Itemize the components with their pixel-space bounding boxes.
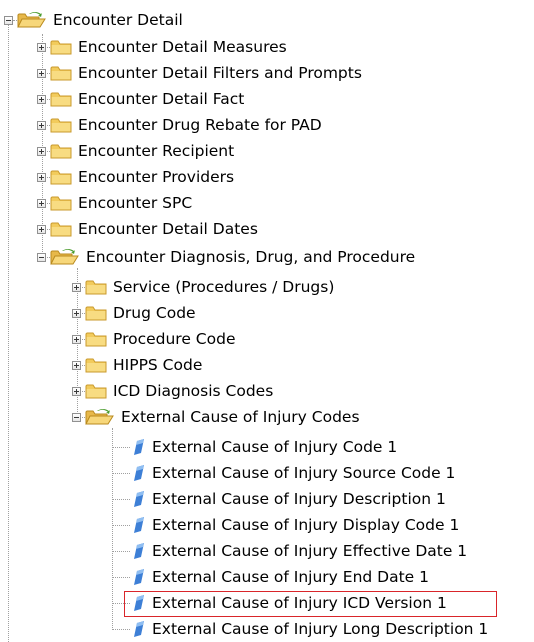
tree-node-label: Procedure Code — [113, 330, 236, 348]
tree-guide — [112, 629, 130, 630]
tree-node-drug-code[interactable]: Drug Code — [72, 300, 198, 326]
folder-icon — [50, 65, 72, 81]
folder-icon — [50, 143, 72, 159]
tree-node-label: Encounter Detail Dates — [78, 220, 258, 238]
expand-icon[interactable] — [72, 282, 81, 292]
tree-guide — [112, 428, 113, 630]
tree-node-encounter-recipient[interactable]: Encounter Recipient — [37, 138, 236, 164]
tree-node-encounter-detail[interactable]: Encounter Detail — [4, 7, 185, 33]
tree-node-label: External Cause of Injury Code 1 — [152, 438, 398, 456]
tree-node-label: Encounter Drug Rebate for PAD — [78, 116, 322, 134]
tree-node-label: ICD Diagnosis Codes — [113, 382, 274, 400]
tree-node-label: Encounter Detail — [53, 11, 183, 29]
tree-node-label: Encounter Detail Measures — [78, 38, 287, 56]
tree-object-external-cause-of-injury-source-code-1[interactable]: External Cause of Injury Source Code 1 — [132, 460, 457, 486]
tree-node-hipps-code[interactable]: HIPPS Code — [72, 352, 204, 378]
universe-tree: Encounter Detail Encounter Detail Measur… — [0, 0, 534, 642]
tree-node-label: Encounter Detail Filters and Prompts — [78, 64, 362, 82]
folder-open-icon — [50, 248, 80, 266]
tree-object-external-cause-of-injury-description-1[interactable]: External Cause of Injury Description 1 — [132, 486, 448, 512]
expand-icon[interactable] — [72, 308, 81, 318]
tree-node-icd-diagnosis-codes[interactable]: ICD Diagnosis Codes — [72, 378, 275, 404]
dimension-object-icon — [132, 620, 146, 638]
folder-icon — [85, 331, 107, 347]
tree-object-external-cause-of-injury-end-date-1[interactable]: External Cause of Injury End Date 1 — [132, 564, 431, 590]
expand-icon[interactable] — [37, 172, 46, 182]
folder-open-icon — [17, 11, 47, 29]
dimension-object-icon — [132, 568, 146, 586]
folder-icon — [50, 221, 72, 237]
tree-guide — [112, 473, 130, 474]
tree-node-label: Service (Procedures / Drugs) — [113, 278, 335, 296]
tree-node-encounter-detail-dates[interactable]: Encounter Detail Dates — [37, 216, 260, 242]
tree-node-label: External Cause of Injury Display Code 1 — [152, 516, 460, 534]
tree-node-label: External Cause of Injury Source Code 1 — [152, 464, 456, 482]
tree-node-encounter-providers[interactable]: Encounter Providers — [37, 164, 236, 190]
tree-node-encounter-drug-rebate-for-pad[interactable]: Encounter Drug Rebate for PAD — [37, 112, 324, 138]
dimension-object-icon — [132, 464, 146, 482]
tree-guide — [112, 447, 130, 448]
tree-node-encounter-detail-measures[interactable]: Encounter Detail Measures — [37, 34, 289, 60]
tree-node-service-procedures-drugs[interactable]: Service (Procedures / Drugs) — [72, 274, 336, 300]
folder-icon — [50, 39, 72, 55]
folder-icon — [85, 357, 107, 373]
tree-node-encounter-spc[interactable]: Encounter SPC — [37, 190, 194, 216]
expand-icon[interactable] — [37, 120, 46, 130]
folder-icon — [50, 117, 72, 133]
expand-icon[interactable] — [37, 42, 46, 52]
dimension-object-icon — [132, 594, 146, 612]
tree-object-external-cause-of-injury-code-1[interactable]: External Cause of Injury Code 1 — [132, 434, 399, 460]
expand-icon[interactable] — [72, 334, 81, 344]
tree-node-label: External Cause of Injury ICD Version 1 — [152, 594, 447, 612]
tree-object-external-cause-of-injury-display-code-1[interactable]: External Cause of Injury Display Code 1 — [132, 512, 461, 538]
dimension-object-icon — [132, 542, 146, 560]
folder-icon — [85, 305, 107, 321]
folder-open-icon — [85, 408, 115, 426]
tree-guide — [112, 525, 130, 526]
folder-icon — [85, 383, 107, 399]
tree-node-label: Drug Code — [113, 304, 196, 322]
expand-icon[interactable] — [37, 224, 46, 234]
collapse-icon[interactable] — [37, 252, 46, 262]
tree-node-label: External Cause of Injury End Date 1 — [152, 568, 430, 586]
tree-node-label: Encounter Recipient — [78, 142, 235, 160]
tree-node-label: External Cause of Injury Codes — [121, 408, 360, 426]
tree-node-label: Encounter Detail Fact — [78, 90, 245, 108]
expand-icon[interactable] — [37, 68, 46, 78]
tree-node-external-cause-of-injury-codes[interactable]: External Cause of Injury Codes — [72, 404, 362, 430]
tree-node-label: External Cause of Injury Description 1 — [152, 490, 446, 508]
tree-node-label: External Cause of Injury Long Descriptio… — [152, 620, 489, 638]
tree-node-encounter-detail-filters-and-prompts[interactable]: Encounter Detail Filters and Prompts — [37, 60, 364, 86]
tree-guide — [112, 577, 130, 578]
expand-icon[interactable] — [72, 386, 81, 396]
folder-icon — [50, 91, 72, 107]
tree-node-encounter-diagnosis-drug-and-procedure[interactable]: Encounter Diagnosis, Drug, and Procedure — [37, 244, 417, 270]
tree-node-label: External Cause of Injury Effective Date … — [152, 542, 468, 560]
dimension-object-icon — [132, 438, 146, 456]
tree-object-external-cause-of-injury-effective-date-1[interactable]: External Cause of Injury Effective Date … — [132, 538, 469, 564]
collapse-icon[interactable] — [72, 412, 81, 422]
tree-node-label: Encounter Diagnosis, Drug, and Procedure — [86, 248, 416, 266]
expand-icon[interactable] — [37, 94, 46, 104]
folder-icon — [50, 169, 72, 185]
dimension-object-icon — [132, 516, 146, 534]
tree-node-procedure-code[interactable]: Procedure Code — [72, 326, 238, 352]
tree-object-external-cause-of-injury-icd-version-1[interactable]: External Cause of Injury ICD Version 1 — [132, 590, 449, 616]
expand-icon[interactable] — [72, 360, 81, 370]
tree-node-encounter-detail-fact[interactable]: Encounter Detail Fact — [37, 86, 246, 112]
expand-icon[interactable] — [37, 146, 46, 156]
tree-node-label: Encounter SPC — [78, 194, 193, 212]
collapse-icon[interactable] — [4, 15, 13, 25]
tree-guide — [112, 551, 130, 552]
expand-icon[interactable] — [37, 198, 46, 208]
tree-object-external-cause-of-injury-long-description-1[interactable]: External Cause of Injury Long Descriptio… — [132, 616, 490, 642]
dimension-object-icon — [132, 490, 146, 508]
tree-node-label: HIPPS Code — [113, 356, 203, 374]
tree-node-label: Encounter Providers — [78, 168, 235, 186]
tree-guide — [8, 20, 9, 642]
folder-icon — [50, 195, 72, 211]
tree-guide — [112, 499, 130, 500]
folder-icon — [85, 279, 107, 295]
